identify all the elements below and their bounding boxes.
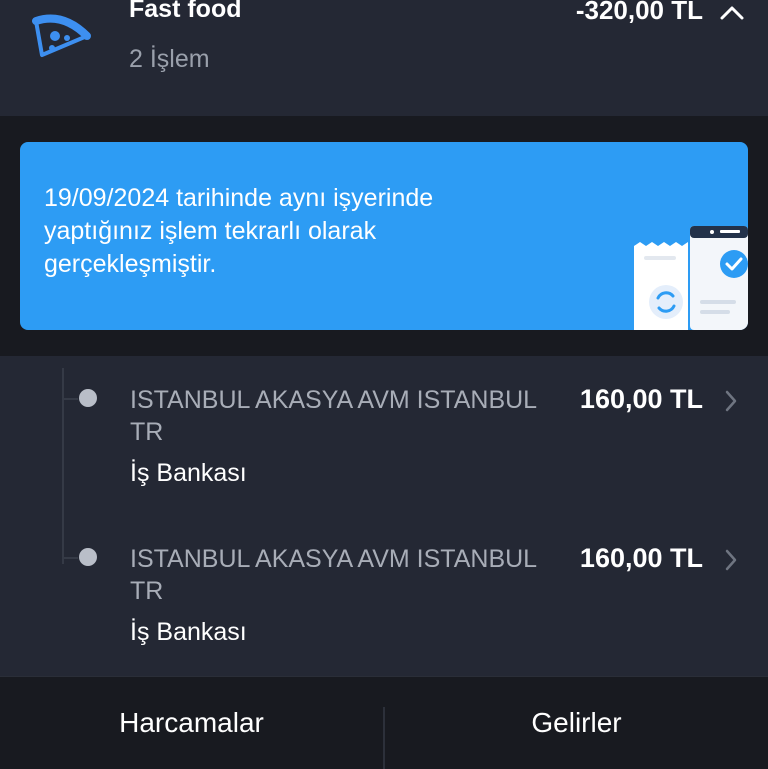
- category-header[interactable]: Fast food 2 İşlem -320,00 TL: [0, 0, 768, 116]
- chevron-right-icon[interactable]: [724, 548, 738, 572]
- banner-message: 19/09/2024 tarihinde aynı işyerinde yapt…: [44, 184, 434, 278]
- transaction-amount: 160,00 TL: [579, 384, 703, 414]
- bottom-tab-bar: Harcamalar Gelirler: [0, 676, 768, 769]
- chevron-right-icon[interactable]: [724, 389, 738, 413]
- transaction-amount: 160,00 TL: [579, 543, 703, 573]
- timeline-dot: [79, 389, 97, 407]
- category-title: Fast food: [129, 0, 242, 23]
- tab-expenses[interactable]: Harcamalar: [0, 677, 383, 769]
- transaction-row[interactable]: ISTANBUL AKASYA AVM ISTANBUL TR İş Banka…: [0, 356, 768, 496]
- transaction-row[interactable]: ISTANBUL AKASYA AVM ISTANBUL TR İş Banka…: [0, 515, 768, 655]
- timeline-dot: [79, 548, 97, 566]
- duplicate-transaction-banner: 19/09/2024 tarihinde aynı işyerinde yapt…: [20, 142, 748, 330]
- bank-name: İş Bankası: [130, 459, 247, 487]
- category-total: -320,00 TL: [575, 0, 703, 25]
- transaction-count: 2 İşlem: [129, 45, 210, 73]
- chevron-up-icon[interactable]: [718, 0, 746, 24]
- bank-name: İş Bankası: [130, 618, 247, 646]
- transaction-list: ISTANBUL AKASYA AVM ISTANBUL TR İş Banka…: [0, 356, 768, 676]
- receipt-check-icon: [634, 222, 748, 330]
- timeline-connector: [62, 557, 78, 559]
- pizza-icon: [28, 6, 92, 64]
- merchant-name: ISTANBUL AKASYA AVM ISTANBUL TR: [130, 386, 537, 446]
- tab-income[interactable]: Gelirler: [385, 677, 768, 769]
- merchant-name: ISTANBUL AKASYA AVM ISTANBUL TR: [130, 545, 537, 605]
- timeline-connector: [62, 398, 78, 400]
